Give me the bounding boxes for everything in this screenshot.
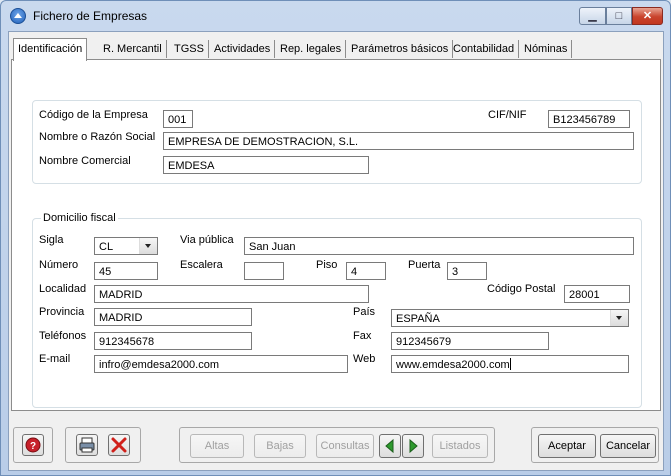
- app-icon: [10, 8, 26, 24]
- delete-button[interactable]: [108, 434, 130, 456]
- piso-input[interactable]: 4: [346, 262, 386, 280]
- pais-value: ESPAÑA: [396, 313, 440, 325]
- pais-label: País: [353, 306, 376, 318]
- altas-button[interactable]: Altas: [190, 434, 244, 458]
- cp-input[interactable]: 28001: [564, 285, 630, 303]
- bajas-button[interactable]: Bajas: [254, 434, 306, 458]
- printer-icon: [79, 437, 95, 453]
- record-actions-frame: Altas Bajas Consultas Listados: [179, 427, 495, 463]
- escalera-input[interactable]: [244, 262, 284, 280]
- puerta-input[interactable]: 3: [447, 262, 487, 280]
- domicilio-group: Domicilio fiscal Sigla CL Via pública Sa…: [32, 212, 642, 408]
- client-area: Identificación R. Mercantil TGSS Activid…: [8, 31, 664, 471]
- tab-bar: Identificación R. Mercantil TGSS Activid…: [9, 38, 663, 61]
- tab-r-mercantil[interactable]: R. Mercantil: [99, 40, 167, 58]
- piso-label: Piso: [316, 259, 338, 271]
- help-button[interactable]: ?: [22, 434, 44, 456]
- title-bar[interactable]: Fichero de Empresas ▁ □ ✕: [1, 1, 670, 31]
- cif-input[interactable]: B123456789: [548, 110, 630, 128]
- arrow-left-icon: [385, 438, 394, 454]
- numero-label: Número: [39, 259, 79, 271]
- fax-label: Fax: [353, 330, 372, 342]
- svg-text:?: ?: [30, 441, 36, 452]
- pais-dropdown-icon[interactable]: [610, 310, 628, 326]
- close-button[interactable]: ✕: [632, 7, 663, 25]
- print-delete-frame: [65, 427, 141, 463]
- tab-actividades[interactable]: Actividades: [210, 40, 276, 58]
- maximize-button[interactable]: □: [606, 7, 632, 25]
- via-input[interactable]: San Juan: [244, 237, 634, 255]
- text-cursor: [509, 358, 511, 370]
- window-title: Fichero de Empresas: [33, 9, 148, 23]
- comercial-input[interactable]: EMDESA: [163, 156, 369, 174]
- numero-input[interactable]: 45: [94, 262, 158, 280]
- sigla-dropdown-icon[interactable]: [139, 238, 157, 254]
- bottom-toolbar: ? Altas Bajas Consultas Listados Aceptar…: [11, 417, 661, 467]
- codigo-input[interactable]: 001: [163, 110, 193, 128]
- identification-group: Código de la Empresa 001 CIF/NIF B123456…: [32, 100, 642, 184]
- sigla-combo[interactable]: CL: [94, 237, 158, 255]
- provincia-label: Provincia: [39, 306, 85, 318]
- web-value: www.emdesa2000.com: [396, 359, 510, 371]
- localidad-label: Localidad: [39, 283, 87, 295]
- tab-panel-identificacion: Código de la Empresa 001 CIF/NIF B123456…: [11, 59, 661, 411]
- nombre-input[interactable]: EMPRESA DE DEMOSTRACION, S.L.: [163, 132, 634, 150]
- tab-parametros-basicos[interactable]: Parámetros básicos: [347, 40, 454, 58]
- tab-tgss[interactable]: TGSS: [170, 40, 209, 58]
- sigla-label: Sigla: [39, 234, 64, 246]
- next-button[interactable]: [402, 434, 424, 458]
- pais-combo[interactable]: ESPAÑA: [391, 309, 629, 327]
- email-label: E-mail: [39, 353, 71, 365]
- puerta-label: Puerta: [408, 259, 441, 271]
- web-input[interactable]: www.emdesa2000.com: [391, 355, 629, 373]
- tab-nominas[interactable]: Nóminas: [520, 40, 573, 58]
- tab-rep-legales[interactable]: Rep. legales: [276, 40, 347, 58]
- tab-contabilidad[interactable]: Contabilidad: [449, 40, 520, 58]
- cif-label: CIF/NIF: [488, 109, 527, 121]
- consultas-button[interactable]: Consultas: [316, 434, 374, 458]
- comercial-label: Nombre Comercial: [39, 155, 131, 167]
- cp-label: Código Postal: [487, 283, 556, 295]
- codigo-label: Código de la Empresa: [39, 109, 148, 121]
- localidad-input[interactable]: MADRID: [94, 285, 369, 303]
- nombre-label: Nombre o Razón Social: [39, 131, 156, 143]
- web-label: Web: [353, 353, 376, 365]
- minimize-button[interactable]: ▁: [579, 7, 606, 25]
- main-window: Fichero de Empresas ▁ □ ✕ Identificación…: [0, 0, 671, 476]
- help-icon: ?: [25, 437, 41, 453]
- arrow-right-icon: [409, 438, 418, 454]
- help-frame: ?: [13, 427, 53, 463]
- email-input[interactable]: infro@emdesa2000.com: [94, 355, 348, 373]
- escalera-label: Escalera: [180, 259, 223, 271]
- delete-x-icon: [111, 437, 127, 453]
- domicilio-legend: Domicilio fiscal: [41, 212, 118, 224]
- previous-button[interactable]: [379, 434, 401, 458]
- confirm-frame: Aceptar Cancelar: [531, 427, 659, 463]
- cancelar-button[interactable]: Cancelar: [600, 434, 656, 458]
- sigla-value: CL: [99, 241, 114, 253]
- telefonos-input[interactable]: 912345678: [94, 332, 252, 350]
- print-button[interactable]: [76, 434, 98, 456]
- aceptar-button[interactable]: Aceptar: [538, 434, 596, 458]
- fax-input[interactable]: 912345679: [391, 332, 549, 350]
- listados-button[interactable]: Listados: [432, 434, 488, 458]
- via-label: Via pública: [180, 234, 234, 246]
- telefonos-label: Teléfonos: [39, 330, 87, 342]
- provincia-input[interactable]: MADRID: [94, 308, 252, 326]
- tab-identificacion[interactable]: Identificación: [13, 38, 88, 61]
